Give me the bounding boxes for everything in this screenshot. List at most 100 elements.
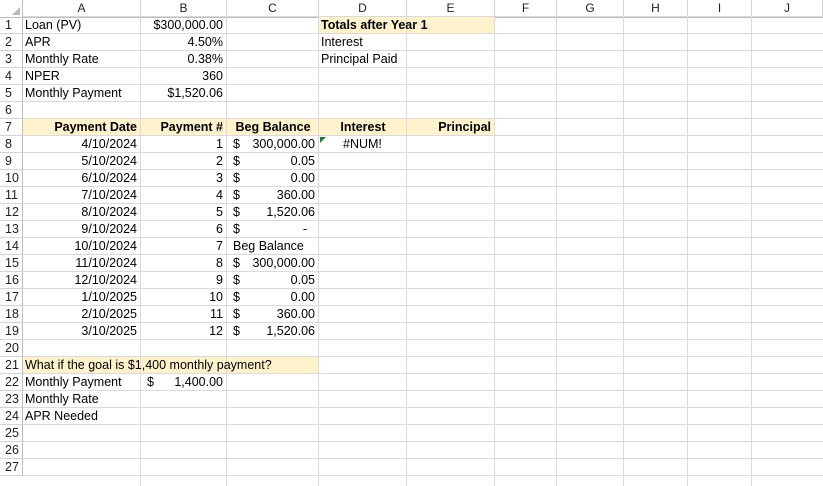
row-header-10[interactable]: 10 <box>0 170 23 187</box>
payment-number-cell[interactable]: 9 <box>141 272 227 289</box>
payment-date-cell[interactable]: 6/10/2024 <box>23 170 141 187</box>
row-header-6[interactable]: 6 <box>0 102 23 119</box>
cell-a23-goal-rate-label[interactable]: Monthly Rate <box>23 391 143 408</box>
column-header-a[interactable]: A <box>23 0 141 17</box>
cell-b5-payment-value[interactable]: $1,520.06 <box>141 85 227 102</box>
row-header-24[interactable]: 24 <box>0 408 23 425</box>
column-header-j[interactable]: J <box>752 0 823 17</box>
header-principal[interactable]: Principal <box>407 119 495 136</box>
payment-date-cell[interactable]: 7/10/2024 <box>23 187 141 204</box>
row-header-1[interactable]: 1 <box>0 17 23 34</box>
cell-d1-totals-title[interactable]: Totals after Year 1 <box>319 17 497 34</box>
column-header-h[interactable]: H <box>624 0 688 17</box>
row-header-5[interactable]: 5 <box>0 85 23 102</box>
beg-balance-cell[interactable]: $1,520.06 <box>227 204 321 221</box>
interest-error-cell[interactable]: #NUM! <box>319 136 431 153</box>
beg-balance-cell[interactable]: $360.00 <box>227 187 321 204</box>
payment-number-cell[interactable]: 6 <box>141 221 227 238</box>
payment-number-cell[interactable]: 4 <box>141 187 227 204</box>
column-header-g[interactable]: G <box>557 0 624 17</box>
cell-a22-goal-payment-label[interactable]: Monthly Payment <box>23 374 143 391</box>
cell-a4-nper-label[interactable]: NPER <box>23 68 143 85</box>
payment-date-cell[interactable]: 10/10/2024 <box>23 238 141 255</box>
cell-a1-loan-label[interactable]: Loan (PV) <box>23 17 143 34</box>
row-header-11[interactable]: 11 <box>0 187 23 204</box>
cell-d3-principal-paid-label[interactable]: Principal Paid <box>319 51 409 68</box>
payment-date-cell[interactable]: 11/10/2024 <box>23 255 141 272</box>
row-header-25[interactable]: 25 <box>0 425 23 442</box>
cell-a5-payment-label[interactable]: Monthly Payment <box>23 85 143 102</box>
payment-number-cell[interactable]: 5 <box>141 204 227 221</box>
cell-b22-goal-payment-value[interactable]: $1,400.00 <box>141 374 229 391</box>
row-header-27[interactable]: 27 <box>0 459 23 476</box>
cell-a21-goal-question[interactable]: What if the goal is $1,400 monthly payme… <box>23 357 321 374</box>
row-header-12[interactable]: 12 <box>0 204 23 221</box>
beg-balance-cell[interactable]: $1,520.06 <box>227 323 321 340</box>
payment-date-cell[interactable]: 8/10/2024 <box>23 204 141 221</box>
column-header-i[interactable]: I <box>688 0 752 17</box>
row-header-15[interactable]: 15 <box>0 255 23 272</box>
row-header-21[interactable]: 21 <box>0 357 23 374</box>
currency-symbol: $ <box>233 222 240 236</box>
payment-number-cell[interactable]: 1 <box>141 136 227 153</box>
row-header-23[interactable]: 23 <box>0 391 23 408</box>
row-header-20[interactable]: 20 <box>0 340 23 357</box>
select-all-corner[interactable] <box>0 0 23 17</box>
header-payment-date[interactable]: Payment Date <box>23 119 141 136</box>
spreadsheet-grid[interactable]: A B C D E F G H I J 1 2 3 4 5 6 7 8 9 10 11 12 13 14 15 16 17 18 19 2… <box>0 0 823 486</box>
row-header-4[interactable]: 4 <box>0 68 23 85</box>
row-header-2[interactable]: 2 <box>0 34 23 51</box>
payment-number-cell[interactable]: 11 <box>141 306 227 323</box>
row-header-14[interactable]: 14 <box>0 238 23 255</box>
beg-balance-cell[interactable]: $0.00 <box>227 289 321 306</box>
row-header-3[interactable]: 3 <box>0 51 23 68</box>
beg-balance-text-cell[interactable]: Beg Balance <box>227 238 325 255</box>
row-header-16[interactable]: 16 <box>0 272 23 289</box>
row-header-26[interactable]: 26 <box>0 442 23 459</box>
row-header-19[interactable]: 19 <box>0 323 23 340</box>
beg-balance-cell[interactable]: $300,000.00 <box>227 255 321 272</box>
column-header-e[interactable]: E <box>407 0 495 17</box>
payment-date-cell[interactable]: 4/10/2024 <box>23 136 141 153</box>
row-header-9[interactable]: 9 <box>0 153 23 170</box>
cell-a2-apr-label[interactable]: APR <box>23 34 143 51</box>
column-header-d[interactable]: D <box>319 0 407 17</box>
column-header-f[interactable]: F <box>495 0 557 17</box>
beg-balance-cell[interactable]: $0.00 <box>227 170 321 187</box>
payment-number-cell[interactable]: 8 <box>141 255 227 272</box>
beg-balance-cell[interactable]: $0.05 <box>227 153 321 170</box>
header-beg-balance[interactable]: Beg Balance <box>227 119 319 136</box>
beg-balance-cell[interactable]: $300,000.00 <box>227 136 321 153</box>
payment-number-cell[interactable]: 2 <box>141 153 227 170</box>
row-header-18[interactable]: 18 <box>0 306 23 323</box>
cell-b3-rate-value[interactable]: 0.38% <box>141 51 227 68</box>
payment-date-cell[interactable]: 5/10/2024 <box>23 153 141 170</box>
cell-b4-nper-value[interactable]: 360 <box>141 68 227 85</box>
header-interest[interactable]: Interest <box>319 119 407 136</box>
payment-number-cell[interactable]: 3 <box>141 170 227 187</box>
cell-d2-interest-label[interactable]: Interest <box>319 34 409 51</box>
payment-date-cell[interactable]: 12/10/2024 <box>23 272 141 289</box>
payment-date-cell[interactable]: 3/10/2025 <box>23 323 141 340</box>
payment-number-cell[interactable]: 12 <box>141 323 227 340</box>
row-header-13[interactable]: 13 <box>0 221 23 238</box>
payment-number-cell[interactable]: 10 <box>141 289 227 306</box>
column-header-b[interactable]: B <box>141 0 227 17</box>
payment-number-cell[interactable]: 7 <box>141 238 227 255</box>
payment-date-cell[interactable]: 1/10/2025 <box>23 289 141 306</box>
row-header-7[interactable]: 7 <box>0 119 23 136</box>
payment-date-cell[interactable]: 2/10/2025 <box>23 306 141 323</box>
beg-balance-cell[interactable]: $360.00 <box>227 306 321 323</box>
row-header-22[interactable]: 22 <box>0 374 23 391</box>
cell-a3-rate-label[interactable]: Monthly Rate <box>23 51 143 68</box>
row-header-17[interactable]: 17 <box>0 289 23 306</box>
cell-b2-apr-value[interactable]: 4.50% <box>141 34 227 51</box>
payment-date-cell[interactable]: 9/10/2024 <box>23 221 141 238</box>
cell-b1-loan-value[interactable]: $300,000.00 <box>141 17 227 34</box>
column-header-c[interactable]: C <box>227 0 319 17</box>
beg-balance-cell[interactable]: $ - <box>227 221 321 238</box>
header-payment-number[interactable]: Payment # <box>141 119 227 136</box>
cell-a24-apr-needed-label[interactable]: APR Needed <box>23 408 143 425</box>
row-header-8[interactable]: 8 <box>0 136 23 153</box>
beg-balance-cell[interactable]: $0.05 <box>227 272 321 289</box>
